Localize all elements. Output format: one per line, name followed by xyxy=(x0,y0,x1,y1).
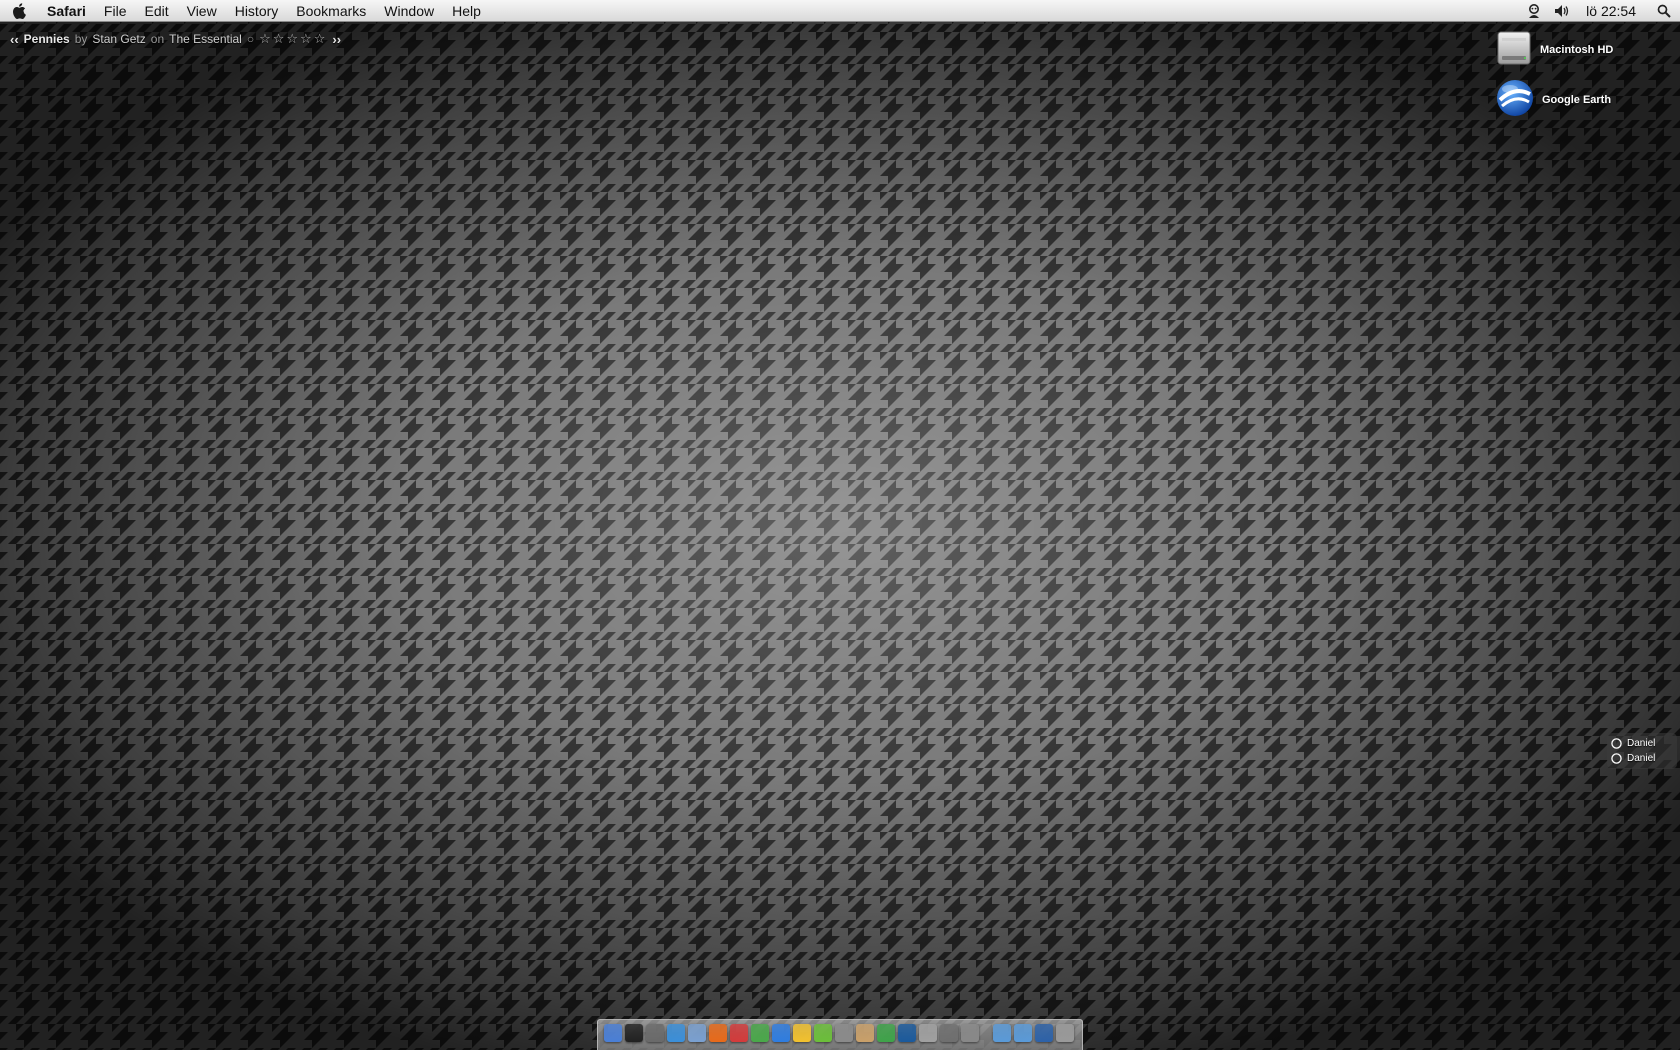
menu-edit[interactable]: Edit xyxy=(135,0,177,22)
rating-stars[interactable]: ☆☆☆☆☆ xyxy=(259,31,327,47)
previous-track-button[interactable]: ‹‹ xyxy=(10,32,19,47)
messages-icon[interactable] xyxy=(751,1024,769,1042)
next-track-button[interactable]: ›› xyxy=(332,32,341,47)
menu-file[interactable]: File xyxy=(95,0,136,22)
volume-icon[interactable] xyxy=(1548,0,1576,22)
dashboard-icon[interactable] xyxy=(940,1024,958,1042)
user-icon[interactable] xyxy=(1520,0,1548,22)
menu-help[interactable]: Help xyxy=(443,0,490,22)
desktop-icon-macintosh-hd[interactable]: Macintosh HD xyxy=(1496,28,1666,72)
track-album: The Essential xyxy=(169,32,242,46)
trash-icon[interactable] xyxy=(1056,1024,1074,1042)
notification-label: Daniel xyxy=(1627,738,1656,749)
menu-app-safari[interactable]: Safari xyxy=(38,0,95,22)
apple-icon[interactable] xyxy=(0,2,38,19)
desktop-icon-label: Macintosh HD xyxy=(1540,44,1614,56)
safari-icon[interactable] xyxy=(667,1024,685,1042)
track-title: Pennies xyxy=(23,32,70,46)
hard-drive-icon xyxy=(1496,28,1532,73)
applications-folder-icon[interactable] xyxy=(1035,1024,1053,1042)
menu-history[interactable]: History xyxy=(226,0,288,22)
notification-item[interactable]: Daniel xyxy=(1611,736,1673,751)
downloads-folder-icon[interactable] xyxy=(1014,1024,1032,1042)
notification-widget: Daniel Daniel xyxy=(1607,733,1677,769)
google-earth-icon xyxy=(1496,78,1534,123)
photoshop-icon[interactable] xyxy=(898,1024,916,1042)
menu-extras: lö 22:54 xyxy=(1520,0,1680,22)
desktop-icon-google-earth[interactable]: Google Earth xyxy=(1496,78,1666,122)
terminal-icon[interactable] xyxy=(625,1024,643,1042)
desktop-icon-label: Google Earth xyxy=(1542,94,1612,106)
dreamweaver-icon[interactable] xyxy=(877,1024,895,1042)
preview-icon[interactable] xyxy=(856,1024,874,1042)
notification-item[interactable]: Daniel xyxy=(1611,751,1673,766)
menu-view[interactable]: View xyxy=(178,0,226,22)
menu-bookmarks[interactable]: Bookmarks xyxy=(287,0,375,22)
chat-icon xyxy=(1611,738,1622,749)
utility-icon[interactable] xyxy=(961,1024,979,1042)
track-artist: Stan Getz xyxy=(92,32,146,46)
now-playing-bar: ‹‹ Pennies by Stan Getz on The Essential… xyxy=(10,30,341,48)
image-capture-icon[interactable] xyxy=(919,1024,937,1042)
script-editor-icon[interactable] xyxy=(835,1024,853,1042)
menu-bar: Safari File Edit View History Bookmarks … xyxy=(0,0,1680,22)
on-label: on xyxy=(150,32,165,46)
menu-window[interactable]: Window xyxy=(375,0,443,22)
spotify-icon[interactable] xyxy=(814,1024,832,1042)
adium-icon[interactable] xyxy=(793,1024,811,1042)
ical-icon[interactable] xyxy=(730,1024,748,1042)
itunes-icon[interactable] xyxy=(772,1024,790,1042)
by-label: by xyxy=(74,32,88,46)
menu-clock[interactable]: lö 22:54 xyxy=(1576,3,1648,19)
finder-icon[interactable] xyxy=(604,1024,622,1042)
firefox-icon[interactable] xyxy=(709,1024,727,1042)
folder-icon[interactable] xyxy=(993,1024,1011,1042)
wallpaper-vignette xyxy=(0,0,1680,1050)
mail-icon[interactable] xyxy=(688,1024,706,1042)
chat-icon xyxy=(1611,753,1622,764)
notification-label: Daniel xyxy=(1627,753,1656,764)
search-icon[interactable] xyxy=(1648,0,1680,22)
system-preferences-icon[interactable] xyxy=(646,1024,664,1042)
dock-items xyxy=(604,1020,1074,1046)
rating-clear-button[interactable]: ○ xyxy=(247,32,254,46)
